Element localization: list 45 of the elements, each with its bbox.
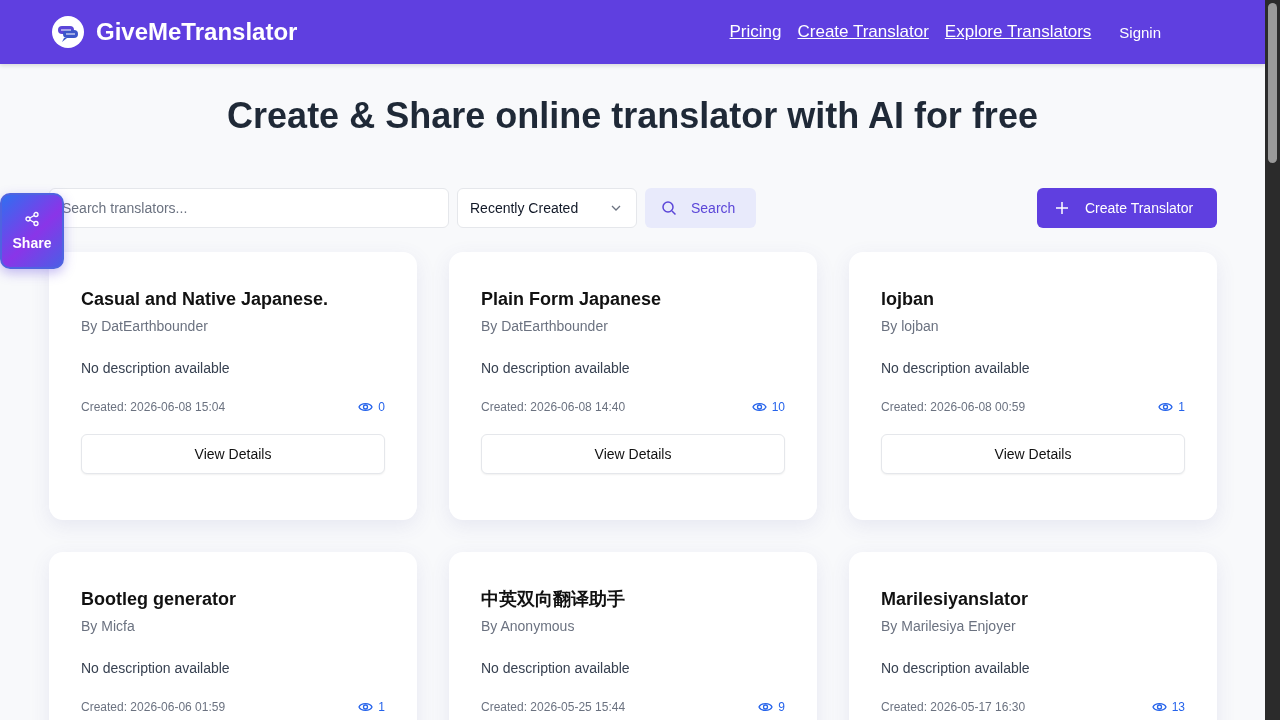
search-field[interactable]: Search translators... [49, 188, 449, 228]
card-title: Marilesiyanslator [881, 588, 1030, 610]
card-description: No description available [481, 360, 631, 376]
card-description: No description available [481, 660, 631, 676]
card-description: No description available [81, 360, 231, 376]
nav-link[interactable]: Explore Translators [944, 22, 1092, 42]
created-date: Created: 2026-06-08 15:04 [81, 400, 226, 414]
created-date: Created: 2026-06-08 14:40 [481, 400, 626, 414]
brand-name[interactable]: GiveMeTranslator [96, 18, 298, 46]
card-author: By Anonymous [481, 618, 576, 634]
card-description: No description available [881, 660, 1031, 676]
page-title: Create & Share online translator with AI for free [226, 94, 1039, 138]
nav-link[interactable]: Pricing [729, 22, 782, 42]
view-count: 13 [1171, 700, 1185, 714]
view-details-button[interactable]: View Details [481, 434, 785, 474]
card-title: 中英双向翻译助手 [481, 588, 626, 610]
card-description: No description available [881, 360, 1031, 376]
view-count: 10 [771, 400, 785, 414]
share-button[interactable]: Share [0, 193, 64, 269]
created-date: Created: 2026-05-25 15:44 [481, 700, 626, 714]
created-date: Created: 2026-05-17 16:30 [881, 700, 1026, 714]
signin-button[interactable]: Signin [1119, 19, 1161, 45]
sort-dropdown[interactable]: Recently Created [457, 188, 637, 228]
created-date: Created: 2026-06-08 00:59 [881, 400, 1026, 414]
card-author: By Micfa [81, 618, 136, 634]
sort-label: Recently Created [470, 200, 579, 216]
card-author: By DatEarthbounder [481, 318, 609, 334]
create-translator-button[interactable]: Create Translator [1037, 188, 1217, 228]
search-button[interactable]: Search [645, 188, 756, 228]
view-count: 1 [1178, 400, 1185, 414]
card-title: Plain Form Japanese [481, 288, 663, 310]
created-date: Created: 2026-06-06 01:59 [81, 700, 226, 714]
card-description: No description available [81, 660, 231, 676]
view-details-button[interactable]: View Details [881, 434, 1185, 474]
card-author: By Marilesiya Enjoyer [881, 618, 1017, 634]
view-count: 1 [378, 700, 385, 714]
card-author: By DatEarthbounder [81, 318, 209, 334]
card-title: lojban [881, 288, 935, 310]
nav-link[interactable]: Create Translator [797, 22, 929, 42]
view-details-button[interactable]: View Details [81, 434, 385, 474]
card-title: Bootleg generator [81, 588, 237, 610]
view-count: 9 [778, 700, 785, 714]
card-author: By lojban [881, 318, 940, 334]
view-count: 0 [378, 400, 385, 414]
card-title: Casual and Native Japanese. [81, 288, 330, 310]
